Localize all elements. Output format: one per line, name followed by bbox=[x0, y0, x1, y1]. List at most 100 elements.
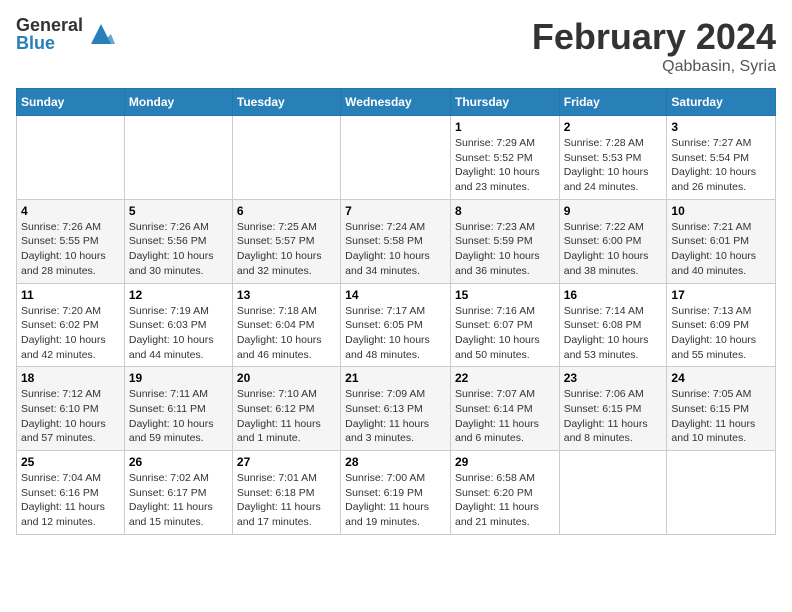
calendar-cell: 24 Sunrise: 7:05 AM Sunset: 6:15 PM Dayli… bbox=[667, 367, 776, 451]
calendar-cell: 16 Sunrise: 7:14 AM Sunset: 6:08 PM Dayli… bbox=[559, 283, 667, 367]
day-number: 3 bbox=[671, 120, 771, 134]
day-info: Sunrise: 7:13 AM Sunset: 6:09 PM Dayligh… bbox=[671, 304, 771, 363]
day-info: Sunrise: 7:19 AM Sunset: 6:03 PM Dayligh… bbox=[129, 304, 228, 363]
calendar-cell: 25 Sunrise: 7:04 AM Sunset: 6:16 PM Dayli… bbox=[17, 451, 125, 535]
calendar-cell bbox=[17, 116, 125, 200]
calendar-week-1: 1 Sunrise: 7:29 AM Sunset: 5:52 PM Daylig… bbox=[17, 116, 776, 200]
day-info: Sunrise: 7:02 AM Sunset: 6:17 PM Dayligh… bbox=[129, 471, 228, 530]
logo-icon bbox=[87, 20, 115, 48]
day-info: Sunrise: 7:17 AM Sunset: 6:05 PM Dayligh… bbox=[345, 304, 446, 363]
day-number: 28 bbox=[345, 455, 446, 469]
day-number: 26 bbox=[129, 455, 228, 469]
day-info: Sunrise: 7:27 AM Sunset: 5:54 PM Dayligh… bbox=[671, 136, 771, 195]
calendar-week-5: 25 Sunrise: 7:04 AM Sunset: 6:16 PM Dayli… bbox=[17, 451, 776, 535]
logo-blue: Blue bbox=[16, 34, 83, 52]
calendar-cell: 2 Sunrise: 7:28 AM Sunset: 5:53 PM Daylig… bbox=[559, 116, 667, 200]
day-number: 17 bbox=[671, 288, 771, 302]
weekday-header-thursday: Thursday bbox=[450, 89, 559, 116]
calendar-cell: 27 Sunrise: 7:01 AM Sunset: 6:18 PM Dayli… bbox=[232, 451, 340, 535]
logo: General Blue bbox=[16, 16, 115, 52]
day-number: 20 bbox=[237, 371, 336, 385]
calendar-cell: 1 Sunrise: 7:29 AM Sunset: 5:52 PM Daylig… bbox=[450, 116, 559, 200]
weekday-header-row: SundayMondayTuesdayWednesdayThursdayFrid… bbox=[17, 89, 776, 116]
day-number: 18 bbox=[21, 371, 120, 385]
calendar-week-2: 4Sunrise: 7:26 AM Sunset: 5:55 PM Daylig… bbox=[17, 199, 776, 283]
day-info: Sunrise: 7:04 AM Sunset: 6:16 PM Dayligh… bbox=[21, 471, 120, 530]
day-number: 6 bbox=[237, 204, 336, 218]
day-number: 27 bbox=[237, 455, 336, 469]
day-number: 21 bbox=[345, 371, 446, 385]
day-info: Sunrise: 7:09 AM Sunset: 6:13 PM Dayligh… bbox=[345, 387, 446, 446]
month-year: February 2024 bbox=[532, 16, 776, 58]
day-info: Sunrise: 7:22 AM Sunset: 6:00 PM Dayligh… bbox=[564, 220, 663, 279]
day-info: Sunrise: 7:16 AM Sunset: 6:07 PM Dayligh… bbox=[455, 304, 555, 363]
logo-general: General bbox=[16, 16, 83, 34]
weekday-header-wednesday: Wednesday bbox=[341, 89, 451, 116]
weekday-header-tuesday: Tuesday bbox=[232, 89, 340, 116]
calendar-cell: 12Sunrise: 7:19 AM Sunset: 6:03 PM Dayli… bbox=[124, 283, 232, 367]
day-number: 16 bbox=[564, 288, 663, 302]
day-number: 19 bbox=[129, 371, 228, 385]
day-number: 25 bbox=[21, 455, 120, 469]
calendar-cell: 14 Sunrise: 7:17 AM Sunset: 6:05 PM Dayli… bbox=[341, 283, 451, 367]
weekday-header-saturday: Saturday bbox=[667, 89, 776, 116]
day-info: Sunrise: 7:14 AM Sunset: 6:08 PM Dayligh… bbox=[564, 304, 663, 363]
calendar-cell: 26 Sunrise: 7:02 AM Sunset: 6:17 PM Dayli… bbox=[124, 451, 232, 535]
day-number: 14 bbox=[345, 288, 446, 302]
logo-text: General Blue bbox=[16, 16, 83, 52]
day-number: 1 bbox=[455, 120, 555, 134]
day-number: 13 bbox=[237, 288, 336, 302]
calendar-cell: 9 Sunrise: 7:22 AM Sunset: 6:00 PM Daylig… bbox=[559, 199, 667, 283]
calendar-body: 1 Sunrise: 7:29 AM Sunset: 5:52 PM Daylig… bbox=[17, 116, 776, 535]
calendar-cell: 6 Sunrise: 7:25 AM Sunset: 5:57 PM Daylig… bbox=[232, 199, 340, 283]
calendar-cell bbox=[341, 116, 451, 200]
calendar-cell: 8Sunrise: 7:23 AM Sunset: 5:59 PM Daylig… bbox=[450, 199, 559, 283]
calendar-cell bbox=[124, 116, 232, 200]
day-info: Sunrise: 7:18 AM Sunset: 6:04 PM Dayligh… bbox=[237, 304, 336, 363]
calendar-cell: 21 Sunrise: 7:09 AM Sunset: 6:13 PM Dayli… bbox=[341, 367, 451, 451]
page-header: General Blue February 2024 Qabbasin, Syr… bbox=[16, 16, 776, 76]
calendar-cell: 22 Sunrise: 7:07 AM Sunset: 6:14 PM Dayli… bbox=[450, 367, 559, 451]
calendar-cell: 7 Sunrise: 7:24 AM Sunset: 5:58 PM Daylig… bbox=[341, 199, 451, 283]
calendar-cell bbox=[559, 451, 667, 535]
day-info: Sunrise: 7:29 AM Sunset: 5:52 PM Dayligh… bbox=[455, 136, 555, 195]
day-info: Sunrise: 7:07 AM Sunset: 6:14 PM Dayligh… bbox=[455, 387, 555, 446]
day-number: 5 bbox=[129, 204, 228, 218]
day-info: Sunrise: 7:26 AM Sunset: 5:55 PM Dayligh… bbox=[21, 220, 120, 279]
day-number: 22 bbox=[455, 371, 555, 385]
calendar-cell bbox=[232, 116, 340, 200]
title-block: February 2024 Qabbasin, Syria bbox=[532, 16, 776, 76]
day-info: Sunrise: 7:25 AM Sunset: 5:57 PM Dayligh… bbox=[237, 220, 336, 279]
day-number: 2 bbox=[564, 120, 663, 134]
day-info: Sunrise: 7:05 AM Sunset: 6:15 PM Dayligh… bbox=[671, 387, 771, 446]
calendar-cell: 5 Sunrise: 7:26 AM Sunset: 5:56 PM Daylig… bbox=[124, 199, 232, 283]
day-info: Sunrise: 7:24 AM Sunset: 5:58 PM Dayligh… bbox=[345, 220, 446, 279]
day-info: Sunrise: 7:23 AM Sunset: 5:59 PM Dayligh… bbox=[455, 220, 555, 279]
calendar-cell: 17 Sunrise: 7:13 AM Sunset: 6:09 PM Dayli… bbox=[667, 283, 776, 367]
day-info: Sunrise: 7:21 AM Sunset: 6:01 PM Dayligh… bbox=[671, 220, 771, 279]
calendar-cell bbox=[667, 451, 776, 535]
calendar-cell: 18 Sunrise: 7:12 AM Sunset: 6:10 PM Dayli… bbox=[17, 367, 125, 451]
day-info: Sunrise: 6:58 AM Sunset: 6:20 PM Dayligh… bbox=[455, 471, 555, 530]
day-number: 23 bbox=[564, 371, 663, 385]
calendar-cell: 19Sunrise: 7:11 AM Sunset: 6:11 PM Dayli… bbox=[124, 367, 232, 451]
weekday-header-monday: Monday bbox=[124, 89, 232, 116]
calendar-cell: 29 Sunrise: 6:58 AM Sunset: 6:20 PM Dayli… bbox=[450, 451, 559, 535]
day-info: Sunrise: 7:01 AM Sunset: 6:18 PM Dayligh… bbox=[237, 471, 336, 530]
day-number: 7 bbox=[345, 204, 446, 218]
calendar-cell: 4Sunrise: 7:26 AM Sunset: 5:55 PM Daylig… bbox=[17, 199, 125, 283]
day-info: Sunrise: 7:28 AM Sunset: 5:53 PM Dayligh… bbox=[564, 136, 663, 195]
day-info: Sunrise: 7:12 AM Sunset: 6:10 PM Dayligh… bbox=[21, 387, 120, 446]
calendar-cell: 20 Sunrise: 7:10 AM Sunset: 6:12 PM Dayli… bbox=[232, 367, 340, 451]
day-info: Sunrise: 7:06 AM Sunset: 6:15 PM Dayligh… bbox=[564, 387, 663, 446]
day-info: Sunrise: 7:26 AM Sunset: 5:56 PM Dayligh… bbox=[129, 220, 228, 279]
day-info: Sunrise: 7:10 AM Sunset: 6:12 PM Dayligh… bbox=[237, 387, 336, 446]
calendar-table: SundayMondayTuesdayWednesdayThursdayFrid… bbox=[16, 88, 776, 535]
day-number: 24 bbox=[671, 371, 771, 385]
calendar-cell: 23 Sunrise: 7:06 AM Sunset: 6:15 PM Dayli… bbox=[559, 367, 667, 451]
day-number: 29 bbox=[455, 455, 555, 469]
calendar-header: SundayMondayTuesdayWednesdayThursdayFrid… bbox=[17, 89, 776, 116]
day-number: 9 bbox=[564, 204, 663, 218]
day-number: 11 bbox=[21, 288, 120, 302]
calendar-cell: 13 Sunrise: 7:18 AM Sunset: 6:04 PM Dayli… bbox=[232, 283, 340, 367]
